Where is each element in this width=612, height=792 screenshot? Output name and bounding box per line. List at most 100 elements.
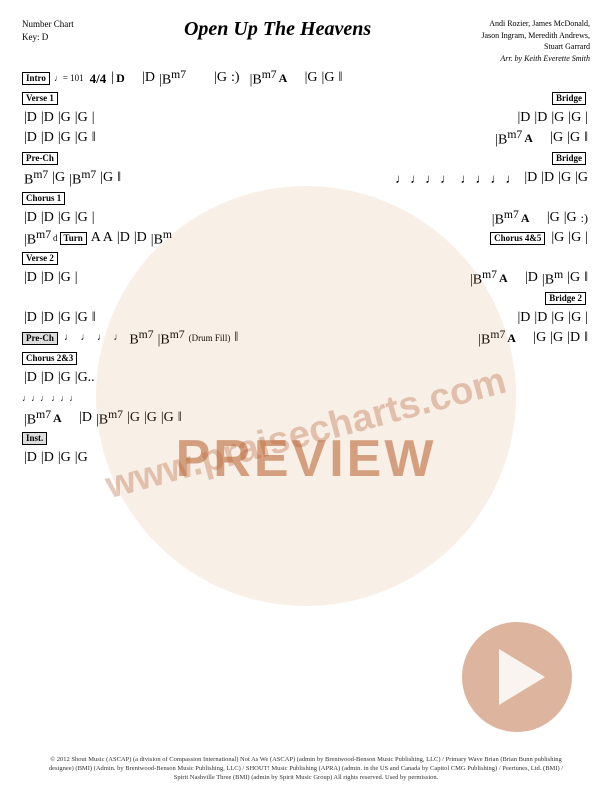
small-d: d — [53, 234, 58, 243]
c23r1b2: |D — [41, 371, 54, 385]
v2r1b7: |Bm — [542, 269, 563, 288]
play-button[interactable] — [462, 622, 572, 732]
c1r1b8: |G — [564, 211, 577, 225]
chorus1-label-row: Chorus 1 — [22, 188, 590, 208]
tc3: |D — [117, 231, 130, 245]
prech-row1: Bm7 |G |Bm7 |G ‖ ♩♩♩♩ ♩♩♩♩ |D |D |G |G — [22, 168, 590, 188]
bar6: |Bm7 — [250, 69, 277, 88]
tc8: | — [585, 231, 588, 245]
prech2-label-row: Pre-Ch ♩ ♩ ♩ ♩ Bm7 |Bm7 (Drum Fill) ‖ |B… — [22, 328, 590, 348]
c23r3b3: |Bm7 — [96, 409, 123, 428]
music-content: Intro ♩= 101 4/4 | D |D |Bm7 |G :) |Bm7 … — [22, 68, 590, 468]
pc1b5: |D — [524, 171, 537, 185]
c23-dbl: ‖ — [178, 411, 182, 425]
pc2-dbl2: ‖ — [584, 331, 588, 345]
c1r1b5: | — [92, 211, 95, 225]
title-area: Open Up The Heavens — [74, 18, 482, 41]
tc7: |G — [568, 231, 581, 245]
chart-type: Number Chart — [22, 18, 74, 31]
tc5: |Bm — [151, 229, 172, 248]
pc1b4: |G — [100, 171, 113, 185]
ir1b3: |G — [58, 451, 71, 465]
chorus1-label: Chorus 1 — [22, 192, 65, 206]
chorus23-row2: ♩♩♩ ♩♩♩ — [22, 388, 590, 408]
chord-A1: A — [279, 72, 301, 84]
song-title: Open Up The Heavens — [74, 18, 482, 41]
c1r1b1: |D — [24, 211, 37, 225]
c1r1b4: |G — [75, 211, 88, 225]
bar7: |G — [305, 71, 318, 85]
v1r1b6: |D — [518, 111, 531, 125]
prech2-label: Pre-Ch — [22, 332, 58, 346]
pc2b2: |Bm7 — [158, 329, 185, 348]
b2r1b7: |G — [551, 311, 564, 325]
v1r2b3: |G — [58, 131, 71, 145]
verse2-label-row: Verse 2 — [22, 248, 590, 268]
pc1b1: Bm7 — [24, 169, 48, 188]
authors-line1: Andi Rozier, James McDonald, — [481, 18, 590, 30]
bridge2-label: Bridge 2 — [545, 292, 586, 306]
v2r1b5: |Bm7 — [470, 269, 497, 288]
v1r2-A: A — [524, 132, 546, 144]
v1r2b7: |G — [567, 131, 580, 145]
bar2: |D — [142, 71, 155, 85]
tempo: ♩= 101 — [54, 74, 84, 83]
b2r1b4: |G — [75, 311, 88, 325]
chorus1-row1: |D |D |G |G | |Bm7 A |G |G :) — [22, 208, 590, 228]
intro-label: Intro — [22, 72, 50, 86]
chart-key: Key: D — [22, 31, 74, 44]
verse1-bridge-header: Verse 1 Bridge — [22, 88, 590, 108]
b2r1-dbl: ‖ — [92, 311, 96, 325]
v1r2-dbl2: ‖ — [584, 131, 588, 145]
bridge2-row1: |D |D |G |G ‖ |D |D |G |G | — [22, 308, 590, 328]
c23r1b3: |G — [58, 371, 71, 385]
b2r1b8: |G — [568, 311, 581, 325]
c1r1-A: A — [521, 212, 543, 224]
v1r1b1: |D — [24, 111, 37, 125]
tc2: A A — [91, 231, 113, 245]
ir1b4: |G — [75, 451, 88, 465]
ir1b2: |D — [41, 451, 54, 465]
pc2-A: A — [507, 332, 529, 344]
v2r1b1: |D — [24, 271, 37, 285]
c23r3b5: |G — [144, 411, 157, 425]
pc2b1: Bm7 — [129, 329, 153, 348]
c23r3b4: |G — [127, 411, 140, 425]
v1r1b3: |G — [58, 111, 71, 125]
tc1: |Bm7 — [24, 229, 51, 248]
time-sig: 4/4 — [90, 72, 107, 85]
v2r1-dbl: ‖ — [584, 271, 588, 285]
chorus23-row1: |D |D |G |G.. — [22, 368, 590, 388]
turn-label: Turn — [60, 232, 87, 246]
chord-D1: D — [116, 72, 138, 84]
verse2-row1: |D |D |G | |Bm7 A |D |Bm |G ‖ — [22, 268, 590, 288]
drum-fill: (Drum Fill) — [189, 334, 231, 343]
v1r1b5: | — [92, 111, 95, 125]
chorus23-label: Chorus 2&3 — [22, 352, 77, 366]
pc1-dbl: ‖ — [117, 171, 121, 185]
v1r2b6: |G — [550, 131, 563, 145]
v2r1-A: A — [499, 272, 521, 284]
c1r1b6: |Bm7 — [492, 209, 519, 228]
pc1b6: |D — [541, 171, 554, 185]
prech-bridge-row: Pre-Ch Bridge — [22, 148, 590, 168]
verse1-row1: |D |D |G |G | |D |D |G |G | — [22, 108, 590, 128]
v2r1b8: |G — [567, 271, 580, 285]
rhythm3: ♩♩♩ ♩♩♩ — [22, 394, 78, 403]
v2r1b3: |G — [58, 271, 71, 285]
c1r1b3: |G — [58, 211, 71, 225]
v1r1b7: |D — [534, 111, 547, 125]
chorus45-label: Chorus 4&5 — [490, 232, 545, 246]
bar5: :) — [231, 71, 240, 85]
pc2b3: |Bm7 — [478, 329, 505, 348]
pc1b3: |Bm7 — [69, 169, 96, 188]
turn-chorus45-row: |Bm7 d Turn A A |D |D |Bm Chorus 4&5 |G … — [22, 228, 590, 248]
verse1-label: Verse 1 — [22, 92, 58, 106]
b2r1b1: |D — [24, 311, 37, 325]
b2r1b6: |D — [534, 311, 547, 325]
inst-label-row: Inst. — [22, 428, 590, 448]
v1r1b4: |G — [75, 111, 88, 125]
authors-line2: Jason Ingram, Meredith Andrews, — [481, 30, 590, 42]
tc4: |D — [134, 231, 147, 245]
bar4: |G — [214, 71, 227, 85]
